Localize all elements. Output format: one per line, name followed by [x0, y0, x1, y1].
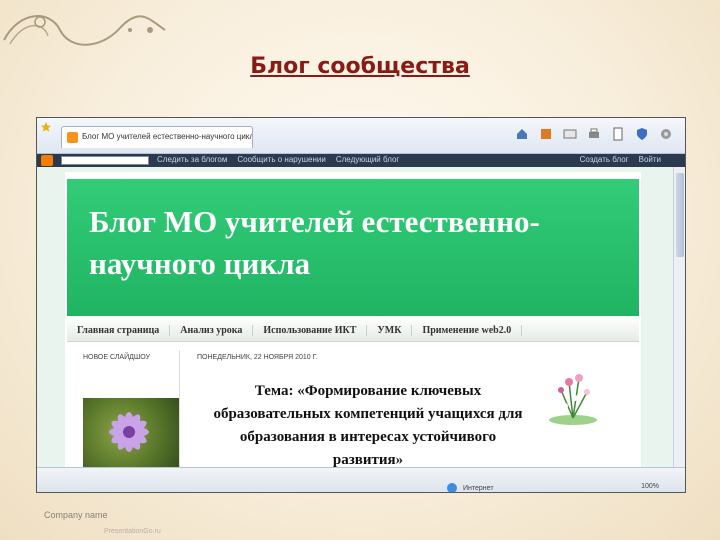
- zoom-level[interactable]: 100%: [641, 483, 659, 490]
- create-blog-link[interactable]: Создать блог: [580, 155, 629, 164]
- home-icon[interactable]: [515, 127, 529, 141]
- next-blog-link[interactable]: Следующий блог: [336, 155, 399, 164]
- menu-item-lesson-analysis[interactable]: Анализ урока: [170, 325, 254, 336]
- globe-icon: [447, 483, 457, 492]
- browser-toolbar: Блог МО учителей естественно-научного ци…: [37, 118, 685, 154]
- flowers-clipart-icon: [549, 374, 597, 425]
- menu-item-web2[interactable]: Применение web2.0: [412, 325, 523, 336]
- slide-title: Блог сообщества: [250, 54, 470, 79]
- blogger-tab-icon: [67, 132, 78, 143]
- scrollbar-thumb[interactable]: [676, 173, 684, 257]
- print-icon[interactable]: [587, 127, 601, 141]
- sign-in-link[interactable]: Войти: [639, 155, 661, 164]
- favorites-star-icon[interactable]: [41, 122, 51, 132]
- footer-url: PresentationGo.ru: [104, 528, 161, 535]
- menu-item-ict[interactable]: Использование ИКТ: [253, 325, 368, 336]
- blog-header: Блог МО учителей естественно-научного ци…: [67, 179, 639, 316]
- blog-page: Блог МО учителей естественно-научного ци…: [37, 167, 675, 472]
- flower-icon: [109, 412, 149, 452]
- security-zone: Интернет: [447, 483, 494, 492]
- menu-item-umk[interactable]: УМК: [367, 325, 413, 336]
- status-bar: Интернет 100%: [37, 467, 685, 492]
- feeds-icon[interactable]: [539, 127, 553, 141]
- browser-screenshot: Блог МО учителей естественно-научного ци…: [36, 117, 686, 493]
- page-icon[interactable]: [611, 127, 625, 141]
- browser-tab[interactable]: Блог МО учителей естественно-научного ци…: [61, 126, 253, 148]
- ornament-decoration: [3, 15, 166, 46]
- browser-tab-title: Блог МО учителей естественно-научного ци…: [82, 132, 253, 141]
- tools-icon[interactable]: [659, 127, 673, 141]
- safety-icon[interactable]: [635, 127, 649, 141]
- blog-search-input[interactable]: [61, 156, 149, 165]
- report-abuse-link[interactable]: Сообщить о нарушении: [237, 155, 325, 164]
- follow-blog-link[interactable]: Следить за блогом: [157, 155, 227, 164]
- sidebar-title: НОВОЕ СЛАЙДШОУ: [83, 354, 151, 361]
- zone-text: Интернет: [463, 484, 494, 492]
- blog-menu: Главная страница Анализ урока Использова…: [67, 320, 639, 342]
- command-bar: [515, 127, 673, 141]
- blog-title[interactable]: Блог МО учителей естественно-научного ци…: [89, 201, 629, 285]
- post-date: ПОНЕДЕЛЬНИК, 22 НОЯБРЯ 2010 Г.: [197, 354, 318, 361]
- blogger-nav-right: Создать блог Войти: [580, 155, 661, 164]
- post-title[interactable]: Тема: «Формирование ключевых образовател…: [203, 380, 533, 472]
- vertical-scrollbar[interactable]: [673, 167, 685, 467]
- blog-content: Блог МО учителей естественно-научного ци…: [65, 172, 641, 472]
- mail-icon[interactable]: [563, 127, 577, 141]
- footer-company-name: Company name: [44, 510, 108, 520]
- blogger-nav-links: Следить за блогом Сообщить о нарушении С…: [157, 155, 399, 164]
- menu-item-home[interactable]: Главная страница: [67, 325, 171, 336]
- slideshow-flower-image[interactable]: [83, 398, 179, 468]
- blogger-logo-icon[interactable]: [41, 155, 53, 166]
- column-divider: [179, 350, 180, 470]
- blogger-navbar: Следить за блогом Сообщить о нарушении С…: [37, 154, 685, 167]
